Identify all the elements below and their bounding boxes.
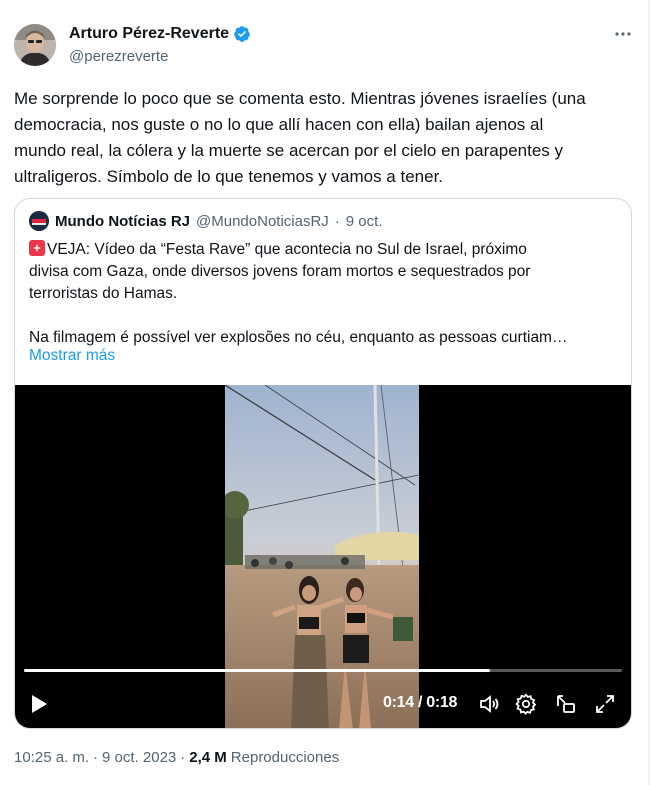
tweet-time[interactable]: 10:25 a. m.	[14, 749, 89, 766]
more-horizontal-icon[interactable]	[612, 24, 634, 44]
tweet-line: ultraligeros. Símbolo de lo que tenemos …	[14, 167, 444, 186]
quoted-paragraph-gap	[29, 305, 625, 327]
quoted-text: VEJA: Vídeo da “Festa Rave” que aconteci…	[29, 239, 625, 349]
meta-separator: ·	[93, 749, 99, 766]
fullscreen-icon[interactable]	[593, 692, 617, 716]
quoted-line: divisa com Gaza, onde diversos jovens fo…	[29, 263, 531, 280]
author-name[interactable]: Arturo Pérez-Reverte	[69, 25, 229, 43]
play-icon[interactable]	[29, 693, 49, 715]
tweet-line: democracia, nos guste o no lo que allí h…	[14, 115, 544, 134]
volume-icon[interactable]	[477, 692, 501, 716]
views-count: 2,4 M	[189, 749, 227, 766]
quoted-author-name: Mundo Notícias RJ	[55, 212, 191, 230]
video-progress-bar[interactable]	[24, 669, 622, 672]
quoted-line-text: VEJA: Vídeo da “Festa Rave” que aconteci…	[47, 241, 527, 258]
quoted-date: 9 oct.	[345, 212, 383, 230]
tweet-date[interactable]: 9 oct. 2023	[102, 749, 176, 766]
tweet-line: mundo real, la cólera y la muerte se ace…	[14, 141, 564, 160]
tweet-line: Me sorprende lo poco que se comenta esto…	[14, 89, 586, 108]
verified-badge-icon	[233, 25, 251, 43]
video-player[interactable]: 0:14 / 0:18	[15, 385, 631, 728]
quoted-line: VEJA: Vídeo da “Festa Rave” que aconteci…	[29, 239, 625, 261]
quoted-tweet[interactable]: Mundo Notícias RJ @MundoNoticiasRJ · 9 o…	[14, 198, 632, 729]
author-handle[interactable]: @perezreverte	[69, 48, 168, 65]
meta-separator: ·	[180, 749, 186, 766]
video-frame	[225, 385, 419, 728]
siren-emoji	[29, 240, 45, 256]
author-avatar[interactable]	[14, 24, 56, 66]
video-progress-fill	[24, 669, 491, 672]
show-more-link[interactable]: Mostrar más	[29, 347, 115, 365]
quoted-avatar	[29, 211, 49, 231]
tweet-header: Arturo Pérez-Reverte @perezreverte	[14, 18, 636, 70]
quoted-separator: ·	[334, 212, 340, 230]
quoted-line: Na filmagem é possível ver explosões no …	[29, 329, 568, 346]
picture-in-picture-icon[interactable]	[554, 692, 578, 716]
tweet-meta: 10:25 a. m. · 9 oct. 2023 · 2,4 M Reprod…	[14, 749, 339, 766]
quoted-tweet-header: Mundo Notícias RJ @MundoNoticiasRJ · 9 o…	[29, 211, 382, 231]
video-time: 0:14 / 0:18	[383, 694, 458, 711]
settings-gear-icon[interactable]	[514, 692, 538, 716]
views-label: Reproducciones	[230, 749, 340, 766]
tweet-text: Me sorprende lo poco que se comenta esto…	[14, 86, 624, 190]
quoted-line: terroristas do Hamas.	[29, 285, 178, 302]
quoted-author-handle: @MundoNoticiasRJ	[196, 212, 329, 230]
author-name-row: Arturo Pérez-Reverte	[69, 25, 251, 43]
